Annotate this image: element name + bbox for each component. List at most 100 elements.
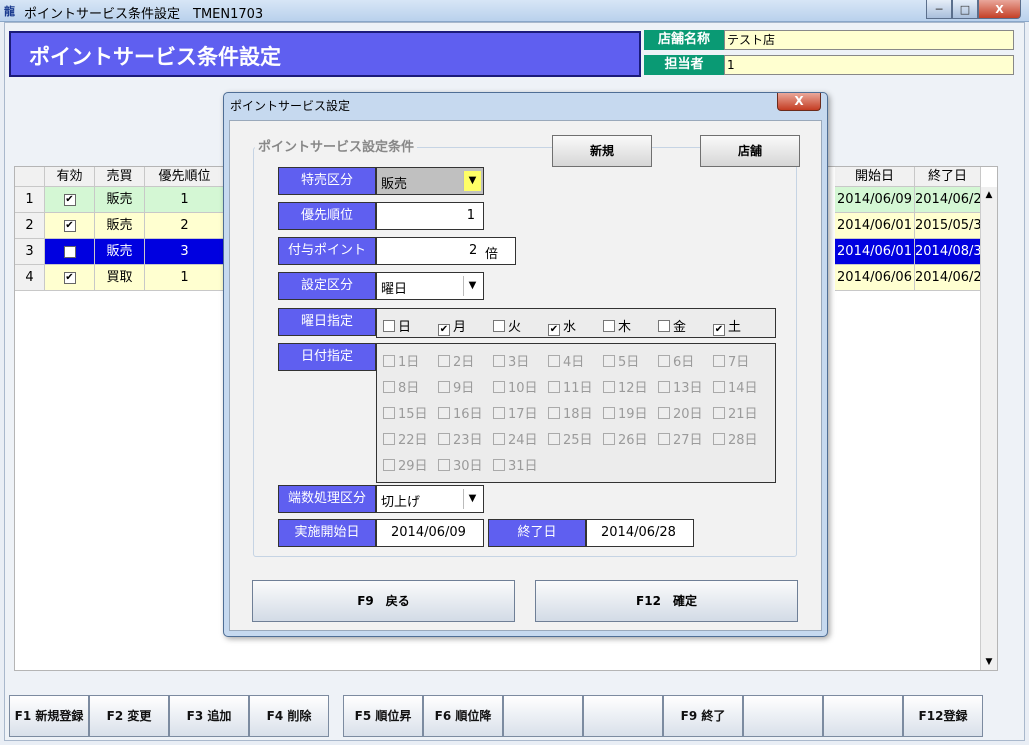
checkbox[interactable]: ✔ [63,193,76,206]
function-key-empty [823,695,903,737]
date-checkbox-label: 29日 [398,459,428,474]
row-trade-type[interactable]: 販売 [95,187,145,213]
checkbox[interactable]: ✔ [63,219,76,232]
row-number[interactable]: 2 [15,213,45,239]
scroll-up-arrow-icon[interactable]: ▲ [981,187,997,203]
date-checkbox-label: 27日 [673,433,703,448]
chevron-down-icon[interactable]: ▼ [463,276,481,296]
start-date-input[interactable]: 2014/06/09 [376,519,484,547]
row-trade-type[interactable]: 販売 [95,239,145,265]
weekday-checkbox[interactable]: ✔ 月 [438,316,466,336]
weekday-checkbox[interactable]: 火 [493,316,521,335]
confirm-button[interactable]: F12 確定 [535,580,798,622]
weekday-checkbox[interactable]: 木 [603,316,631,335]
row-start-date[interactable]: 2014/06/06 [835,265,915,291]
function-key-button[interactable]: F3 追加 [169,695,249,737]
checkbox-box[interactable]: ✔ [438,324,450,336]
date-checkbox-label: 4日 [563,355,585,370]
date-checkbox: 23日 [438,429,483,448]
weekday-checkbox[interactable]: 日 [383,316,411,335]
row-trade-type[interactable]: 販売 [95,213,145,239]
row-end-date[interactable]: 2014/08/31 [915,239,990,265]
checkbox[interactable] [63,245,76,258]
row-enabled-checkbox[interactable]: ✔ [45,187,95,213]
function-key-button[interactable]: F5 順位昇 [343,695,423,737]
weekday-checkbox[interactable]: ✔ 土 [713,316,741,336]
end-date-input[interactable]: 2014/06/28 [586,519,694,547]
date-checkbox: 9日 [438,377,474,396]
date-checkbox-label: 11日 [563,381,593,396]
store-name-value: テスト店 [724,30,1014,50]
weekday-checkbox-group: 日 ✔ 月 火 ✔ 水 木 金 ✔ 土 [376,308,776,338]
row-number[interactable]: 3 [15,239,45,265]
date-checkbox: 13日 [658,377,703,396]
function-key-button[interactable]: F9 終了 [663,695,743,737]
row-end-date[interactable]: 2015/05/31 [915,213,990,239]
rounding-label: 端数処理区分 [278,485,376,513]
weekday-checkbox-label: 金 [673,320,687,335]
row-end-date[interactable]: 2014/06/27 [915,265,990,291]
priority-input[interactable]: 1 [376,202,484,230]
checkbox-box[interactable]: ✔ [548,324,560,336]
new-button[interactable]: 新規 [552,135,652,167]
row-priority[interactable]: 1 [145,265,225,291]
col-header-end-date: 終了日 [915,167,981,187]
row-enabled-checkbox[interactable]: ✔ [45,213,95,239]
checkbox-box [438,381,450,393]
sale-type-select[interactable]: 販売 ▼ [376,167,484,195]
checkbox-box [603,433,615,445]
row-end-date[interactable]: 2014/06/28 [915,187,990,213]
chevron-down-icon[interactable]: ▼ [463,171,481,191]
row-number[interactable]: 4 [15,265,45,291]
row-priority[interactable]: 1 [145,187,225,213]
row-enabled-checkbox[interactable]: ✔ [45,265,95,291]
checkbox-box[interactable] [493,320,505,332]
checkbox-box[interactable] [658,320,670,332]
back-button[interactable]: F9 戻る [252,580,515,622]
row-start-date[interactable]: 2014/06/01 [835,239,915,265]
checkbox-box [383,355,395,367]
row-priority[interactable]: 2 [145,213,225,239]
app-icon: 龍 [4,5,15,18]
setting-type-select[interactable]: 曜日 ▼ [376,272,484,300]
weekday-checkbox-label: 日 [398,320,412,335]
row-enabled-checkbox[interactable] [45,239,95,265]
function-key-button[interactable]: F1 新規登録 [9,695,89,737]
close-button[interactable]: X [978,0,1021,19]
weekday-checkbox[interactable]: ✔ 水 [548,316,576,336]
date-checkbox-label: 7日 [728,355,750,370]
weekday-checkbox[interactable]: 金 [658,316,686,335]
points-input[interactable]: 2 倍 [376,237,516,265]
checkbox-box[interactable]: ✔ [713,324,725,336]
row-start-date[interactable]: 2014/06/09 [835,187,915,213]
checkbox[interactable]: ✔ [63,271,76,284]
minimize-button[interactable]: ─ [926,0,952,19]
store-button[interactable]: 店舗 [700,135,800,167]
dialog-close-button[interactable]: X [777,93,821,111]
checkbox-box [658,381,670,393]
row-trade-type[interactable]: 買取 [95,265,145,291]
checkbox-box [548,433,560,445]
priority-label: 優先順位 [278,202,376,230]
checkbox-box [383,459,395,471]
checkbox-box[interactable] [603,320,615,332]
maximize-button[interactable]: □ [952,0,978,19]
checkbox-box [713,381,725,393]
chevron-down-icon[interactable]: ▼ [463,489,481,509]
row-number[interactable]: 1 [15,187,45,213]
staff-label: 担当者 [644,55,724,75]
function-key-button[interactable]: F6 順位降 [423,695,503,737]
function-key-empty [329,695,343,737]
row-start-date[interactable]: 2014/06/01 [835,213,915,239]
checkbox-box[interactable] [383,320,395,332]
date-checkbox-group: 1日 2日 3日 4日 5日 6日 7日 8日 9日 10日 11日 12日 13日 14日 15日 16日 1… [376,343,776,483]
date-checkbox-label: 18日 [563,407,593,422]
table-scrollbar[interactable]: ▲ ▼ [980,187,997,670]
function-key-button[interactable]: F12登録 [903,695,983,737]
function-key-button[interactable]: F4 削除 [249,695,329,737]
date-checkbox: 3日 [493,351,529,370]
scroll-down-arrow-icon[interactable]: ▼ [981,654,997,670]
function-key-button[interactable]: F2 変更 [89,695,169,737]
row-priority[interactable]: 3 [145,239,225,265]
rounding-select[interactable]: 切上げ ▼ [376,485,484,513]
